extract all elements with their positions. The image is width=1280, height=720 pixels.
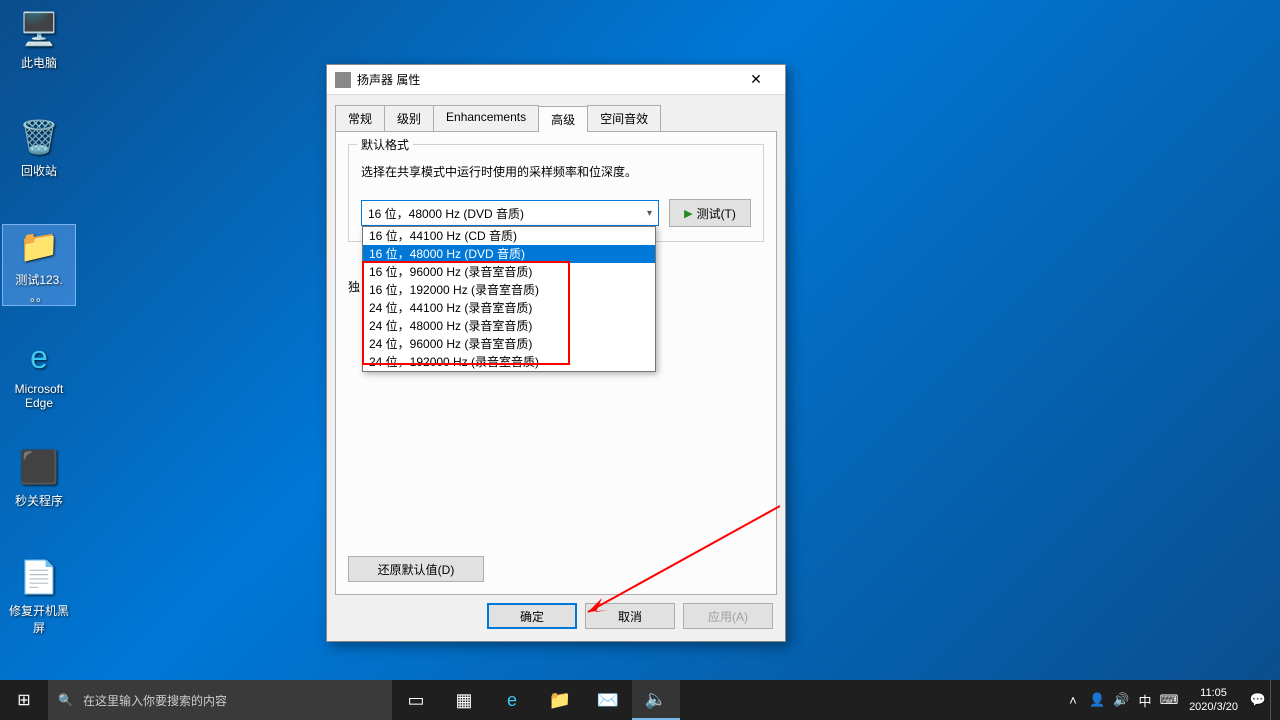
volume-icon: 🔊 (1113, 692, 1129, 708)
desktop-icon-app2[interactable]: 📄修复开机黑 屏 (2, 556, 76, 636)
show-desktop-button[interactable] (1270, 680, 1276, 720)
speaker-icon (335, 72, 351, 88)
format-description: 选择在共享模式中运行时使用的采样频率和位深度。 (361, 163, 751, 181)
app-icon: ⬛ (18, 446, 60, 488)
cancel-button[interactable]: 取消 (585, 603, 675, 629)
ok-button[interactable]: 确定 (487, 603, 577, 629)
desktop-icon-app1[interactable]: ⬛秒关程序 (2, 446, 76, 509)
task-view-button[interactable]: ▭ (392, 680, 440, 720)
mail-icon: ✉️ (597, 690, 619, 711)
desktop-icon-folder[interactable]: 📁测试123. 。。 (2, 224, 76, 306)
dialog-button-row: 确定 取消 应用(A) (327, 603, 785, 641)
sample-format-dropdown: 16 位，44100 Hz (CD 音质) 16 位，48000 Hz (DVD… (362, 226, 656, 372)
sample-format-combo[interactable]: 16 位，48000 Hz (DVD 音质) ▾ 16 位，44100 Hz (… (361, 200, 659, 226)
tab-enhancements[interactable]: Enhancements (433, 105, 539, 131)
tab-panel-advanced: 默认格式 选择在共享模式中运行时使用的采样频率和位深度。 16 位，48000 … (335, 131, 777, 595)
taskbar-mail[interactable]: ✉️ (584, 680, 632, 720)
tray-keyboard[interactable]: ⌨ (1157, 680, 1181, 720)
search-placeholder: 在这里输入你要搜索的内容 (83, 692, 227, 709)
tray-clock[interactable]: 11:05 2020/3/20 (1181, 686, 1246, 714)
task-view-icon: ▭ (407, 690, 424, 711)
speaker-properties-dialog: 扬声器 属性 ✕ 常规 级别 Enhancements 高级 空间音效 默认格式… (326, 64, 786, 642)
format-option[interactable]: 24 位，96000 Hz (录音室音质) (363, 335, 655, 353)
app-icon: ▦ (455, 690, 472, 711)
tray-ime[interactable]: 中 (1133, 680, 1157, 720)
apply-button: 应用(A) (683, 603, 773, 629)
tray-people[interactable]: 👤 (1085, 680, 1109, 720)
chevron-up-icon: ˄ (1069, 693, 1077, 708)
taskbar: ⊞ 🔍 在这里输入你要搜索的内容 ▭ ▦ e 📁 ✉️ 🔈 ˄ 👤 🔊 中 ⌨ 1… (0, 680, 1280, 720)
format-option[interactable]: 24 位，48000 Hz (录音室音质) (363, 317, 655, 335)
desktop-icon-this-pc[interactable]: 🖥️此电脑 (2, 8, 76, 71)
app-icon: 📄 (18, 556, 60, 598)
taskbar-edge[interactable]: e (488, 680, 536, 720)
search-box[interactable]: 🔍 在这里输入你要搜索的内容 (48, 680, 392, 720)
format-option[interactable]: 16 位，48000 Hz (DVD 音质) (363, 245, 655, 263)
desktop-icon-recycle-bin[interactable]: 🗑️回收站 (2, 116, 76, 179)
folder-icon: 📁 (549, 690, 571, 711)
tab-general[interactable]: 常规 (335, 105, 385, 131)
windows-icon: ⊞ (17, 690, 30, 710)
taskbar-explorer[interactable]: 📁 (536, 680, 584, 720)
start-button[interactable]: ⊞ (0, 680, 48, 720)
restore-defaults-button[interactable]: 还原默认值(D) (348, 556, 484, 582)
test-button[interactable]: ▶测试(T) (669, 199, 751, 227)
notification-icon: 💬 (1250, 692, 1266, 708)
tray-chevron[interactable]: ˄ (1061, 680, 1085, 720)
edge-icon: e (18, 336, 60, 378)
speaker-icon: 🔈 (645, 689, 667, 710)
system-tray: ˄ 👤 🔊 中 ⌨ 11:05 2020/3/20 💬 (1061, 680, 1280, 720)
clock-date: 2020/3/20 (1189, 700, 1238, 714)
keyboard-icon: ⌨ (1160, 692, 1179, 708)
titlebar[interactable]: 扬声器 属性 ✕ (327, 65, 785, 95)
edge-icon: e (507, 690, 517, 711)
group-title: 默认格式 (357, 136, 413, 153)
pc-icon: 🖥️ (18, 8, 60, 50)
tab-strip: 常规 级别 Enhancements 高级 空间音效 (327, 95, 785, 131)
format-option[interactable]: 24 位，44100 Hz (录音室音质) (363, 299, 655, 317)
default-format-group: 默认格式 选择在共享模式中运行时使用的采样频率和位深度。 16 位，48000 … (348, 144, 764, 242)
format-option[interactable]: 16 位，192000 Hz (录音室音质) (363, 281, 655, 299)
dialog-title: 扬声器 属性 (357, 71, 420, 88)
taskbar-sound[interactable]: 🔈 (632, 680, 680, 720)
tray-notifications[interactable]: 💬 (1246, 680, 1270, 720)
desktop-icon-edge[interactable]: eMicrosoft Edge (2, 336, 76, 410)
clock-time: 11:05 (1189, 686, 1238, 700)
format-option[interactable]: 24 位，192000 Hz (录音室音质) (363, 353, 655, 371)
folder-icon: 📁 (18, 225, 60, 267)
tray-volume[interactable]: 🔊 (1109, 680, 1133, 720)
format-option[interactable]: 16 位，96000 Hz (录音室音质) (363, 263, 655, 281)
combo-value: 16 位，48000 Hz (DVD 音质) (368, 205, 524, 222)
tab-levels[interactable]: 级别 (384, 105, 434, 131)
people-icon: 👤 (1089, 692, 1105, 708)
close-button[interactable]: ✕ (735, 66, 777, 94)
exclusive-mode-group-title: 独 (348, 278, 360, 295)
close-icon: ✕ (750, 71, 762, 88)
format-option[interactable]: 16 位，44100 Hz (CD 音质) (363, 227, 655, 245)
play-icon: ▶ (684, 207, 692, 220)
tab-advanced[interactable]: 高级 (538, 106, 588, 132)
chevron-down-icon: ▾ (647, 208, 652, 219)
recycle-bin-icon: 🗑️ (18, 116, 60, 158)
taskbar-app[interactable]: ▦ (440, 680, 488, 720)
tab-spatial[interactable]: 空间音效 (587, 105, 661, 131)
search-icon: 🔍 (58, 693, 73, 707)
